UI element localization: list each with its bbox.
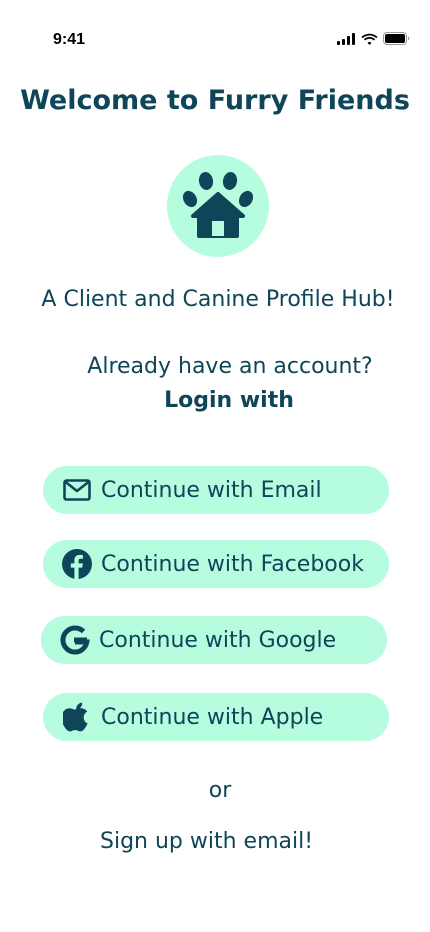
button-label: Continue with Apple bbox=[101, 704, 324, 730]
button-label: Continue with Google bbox=[99, 627, 337, 653]
wifi-icon bbox=[361, 33, 378, 45]
button-label: Continue with Email bbox=[101, 477, 322, 503]
cellular-signal-icon bbox=[337, 32, 355, 45]
battery-icon bbox=[383, 32, 410, 45]
status-bar: 9:41 bbox=[0, 0, 430, 60]
apple-icon bbox=[61, 701, 93, 733]
login-with-label: Login with bbox=[164, 388, 294, 413]
mail-icon bbox=[61, 474, 93, 506]
tagline: A Client and Canine Profile Hub! bbox=[41, 287, 395, 312]
app-logo bbox=[167, 155, 269, 257]
sign-up-with-email-link[interactable]: Sign up with email! bbox=[100, 829, 313, 854]
status-time: 9:41 bbox=[53, 31, 86, 48]
status-icons bbox=[337, 32, 410, 45]
continue-with-email-button[interactable]: Continue with Email bbox=[43, 466, 389, 514]
facebook-icon bbox=[61, 548, 93, 580]
or-divider: or bbox=[208, 778, 232, 803]
paw-house-icon bbox=[182, 172, 254, 238]
continue-with-google-button[interactable]: Continue with Google bbox=[41, 616, 387, 664]
page-title: Welcome to Furry Friends bbox=[20, 85, 410, 116]
button-label: Continue with Facebook bbox=[101, 551, 364, 577]
google-icon bbox=[59, 624, 91, 656]
continue-with-apple-button[interactable]: Continue with Apple bbox=[43, 693, 389, 741]
continue-with-facebook-button[interactable]: Continue with Facebook bbox=[43, 540, 389, 588]
account-prompt: Already have an account? bbox=[87, 354, 373, 379]
